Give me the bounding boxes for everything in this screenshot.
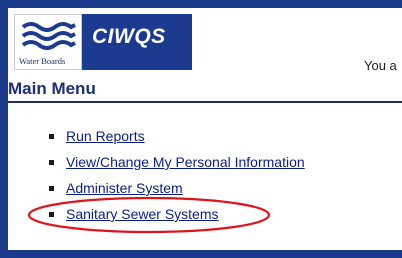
app-name: CIWQS: [82, 14, 192, 70]
page-title: Main Menu: [8, 79, 96, 98]
bullet-icon: [49, 212, 54, 217]
bullet-icon: [49, 134, 54, 139]
water-waves-icon: [21, 22, 76, 50]
personal-info-link[interactable]: View/Change My Personal Information: [66, 154, 305, 170]
menu-item-administer-system: Administer System: [8, 180, 305, 206]
sanitary-sewer-systems-link[interactable]: Sanitary Sewer Systems: [66, 206, 219, 222]
administer-system-link[interactable]: Administer System: [66, 180, 183, 196]
bullet-icon: [49, 160, 54, 165]
run-reports-link[interactable]: Run Reports: [66, 128, 145, 144]
menu-item-personal-info: View/Change My Personal Information: [8, 154, 305, 180]
bullet-icon: [49, 186, 54, 191]
user-greeting: You a: [364, 58, 397, 73]
main-menu-list: Run Reports View/Change My Personal Info…: [8, 128, 305, 232]
title-divider: [8, 101, 402, 103]
logo-caption: Water Boards: [19, 56, 66, 66]
ciwqs-logo[interactable]: Water Boards CIWQS: [14, 14, 192, 70]
page-content: Water Boards CIWQS You a Main Menu Run R…: [8, 8, 402, 250]
menu-item-run-reports: Run Reports: [8, 128, 305, 154]
menu-item-sanitary-sewer: Sanitary Sewer Systems: [8, 206, 305, 232]
water-boards-logo: Water Boards: [14, 14, 82, 70]
